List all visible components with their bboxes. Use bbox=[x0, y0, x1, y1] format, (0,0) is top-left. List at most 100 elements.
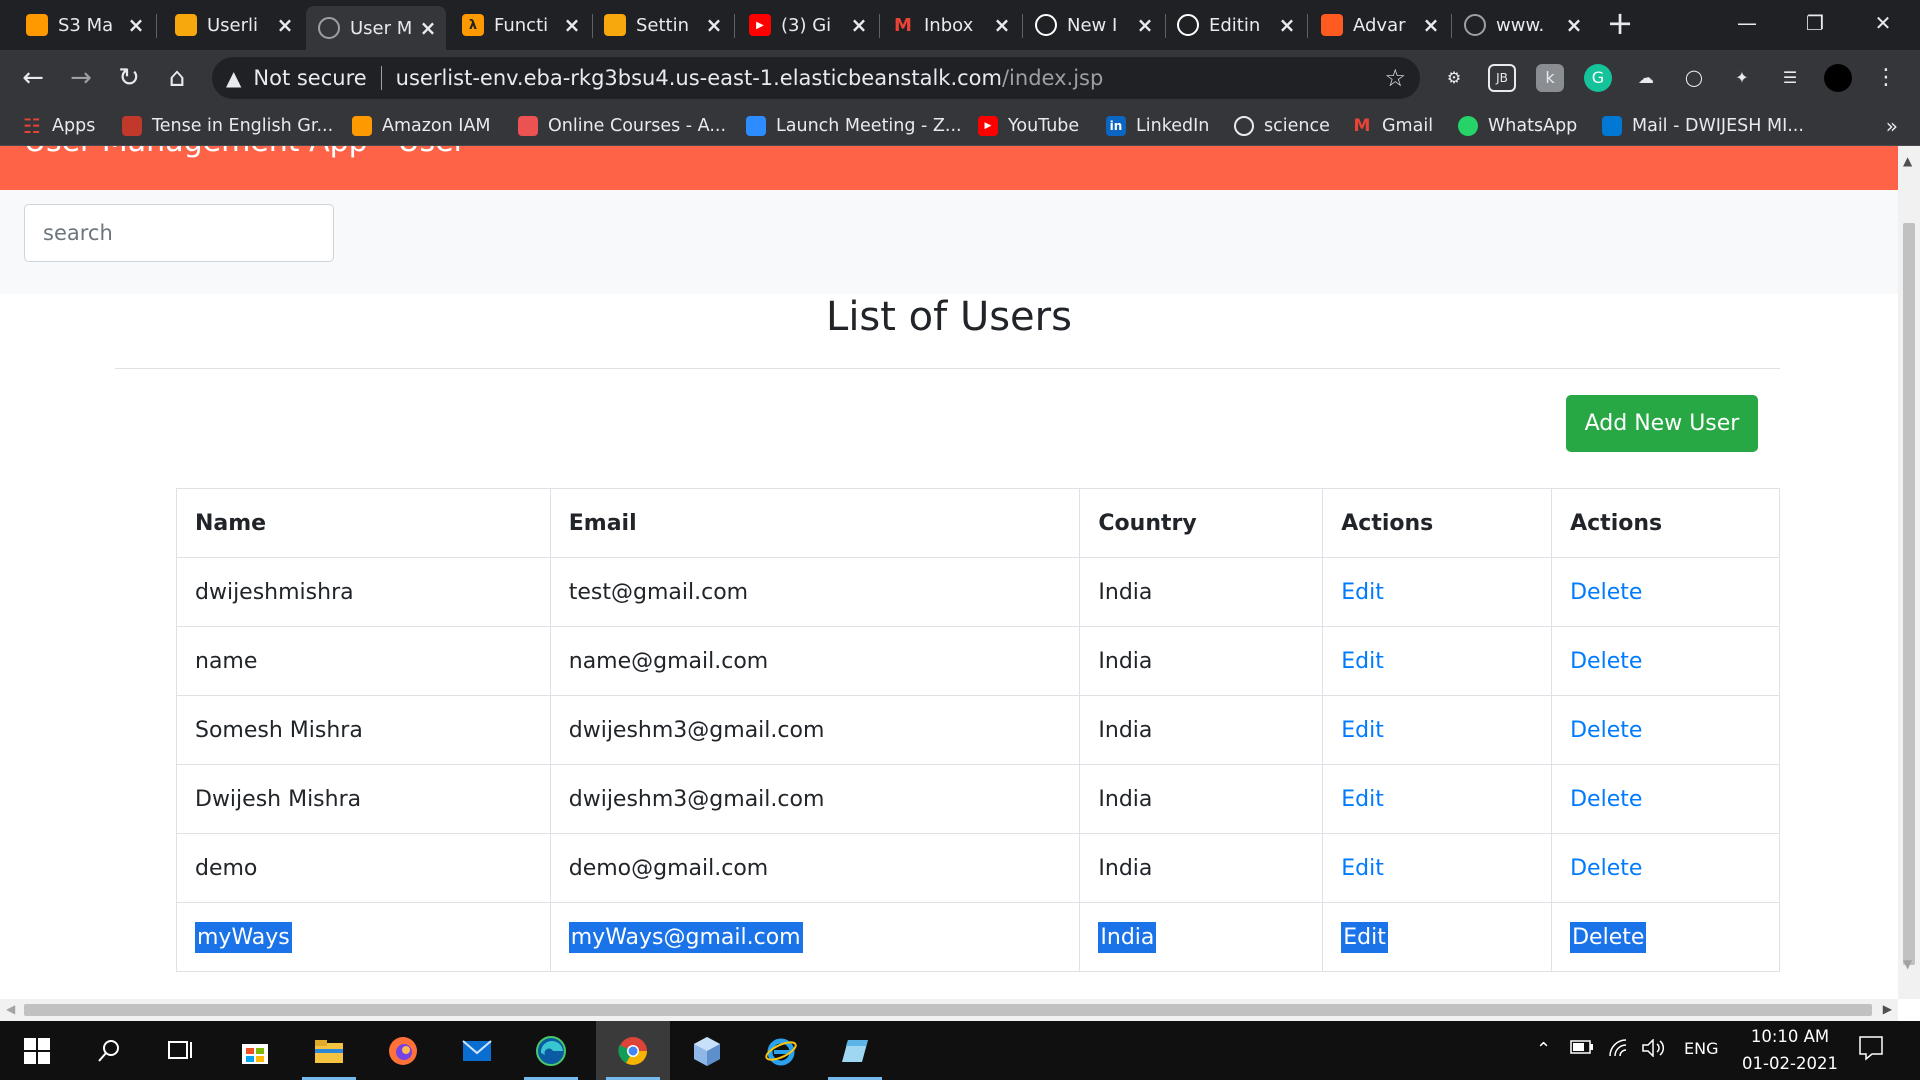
horizontal-scroll-thumb[interactable] bbox=[24, 1004, 1872, 1016]
delete-link[interactable]: Delete bbox=[1570, 856, 1642, 881]
browser-tab[interactable]: Userli × bbox=[163, 6, 303, 44]
forward-button[interactable]: → bbox=[64, 61, 98, 95]
firefox-app-button[interactable] bbox=[366, 1021, 440, 1080]
search-input[interactable] bbox=[24, 204, 334, 262]
k-extension-icon[interactable]: k bbox=[1536, 64, 1564, 92]
task-view-icon bbox=[164, 1034, 198, 1068]
tab-close-icon[interactable]: × bbox=[562, 13, 582, 37]
volume-icon[interactable] bbox=[1642, 1038, 1666, 1061]
bookmark-label: science bbox=[1264, 116, 1330, 136]
bookmarks-overflow-icon[interactable]: » bbox=[1886, 114, 1898, 138]
reload-button[interactable]: ↻ bbox=[112, 61, 146, 95]
show-hidden-icons-chevron-icon[interactable]: ⌃ bbox=[1536, 1039, 1551, 1060]
restore-button[interactable]: ❐ bbox=[1792, 6, 1838, 40]
address-bar[interactable]: ▲ Not secure userlist-env.eba-rkg3bsu4.u… bbox=[212, 57, 1420, 99]
bookmark-item[interactable]: Amazon IAM bbox=[352, 114, 491, 138]
delete-link[interactable]: Delete bbox=[1570, 580, 1642, 605]
battery-icon[interactable] bbox=[1570, 1039, 1594, 1059]
store-app-button[interactable] bbox=[218, 1021, 292, 1080]
virtualbox-app-button[interactable] bbox=[670, 1021, 744, 1080]
edge-app-button[interactable] bbox=[514, 1021, 588, 1080]
browser-tab[interactable]: S3 Ma × bbox=[14, 6, 154, 44]
clock-date[interactable]: 01-02-2021 bbox=[1734, 1054, 1846, 1073]
delete-link[interactable]: Delete bbox=[1570, 649, 1642, 674]
tab-close-icon[interactable]: × bbox=[1421, 13, 1441, 37]
edit-link[interactable]: Edit bbox=[1341, 580, 1384, 605]
edit-link[interactable]: Edit bbox=[1341, 856, 1384, 881]
browser-tab[interactable]: www. × bbox=[1452, 6, 1592, 44]
vertical-scroll-thumb[interactable] bbox=[1903, 223, 1915, 965]
close-window-button[interactable]: ✕ bbox=[1860, 6, 1906, 40]
jb-extension-icon[interactable]: JB bbox=[1488, 64, 1516, 92]
search-taskbar-button[interactable] bbox=[72, 1021, 146, 1080]
tab-close-icon[interactable]: × bbox=[704, 13, 724, 37]
bookmark-item[interactable]: Tense in English Gr... bbox=[122, 114, 333, 138]
tab-close-icon[interactable]: × bbox=[1277, 13, 1297, 37]
browser-tab[interactable]: Advar × bbox=[1309, 6, 1449, 44]
browser-menu-icon[interactable]: ⋮ bbox=[1872, 64, 1900, 92]
bookmark-item[interactable]: science bbox=[1234, 114, 1330, 138]
mail-app-button[interactable] bbox=[440, 1021, 514, 1080]
delete-link[interactable]: Delete bbox=[1570, 787, 1642, 812]
tab-close-icon[interactable]: × bbox=[992, 13, 1012, 37]
browser-tab[interactable]: λ Functi × bbox=[450, 6, 590, 44]
edit-link[interactable]: Edit bbox=[1341, 921, 1388, 953]
scroll-down-arrow-icon[interactable]: ▼ bbox=[1903, 957, 1912, 971]
bookmark-item[interactable]: ▶ YouTube bbox=[978, 114, 1079, 138]
wifi-icon[interactable] bbox=[1608, 1039, 1630, 1061]
tab-close-icon[interactable]: × bbox=[849, 13, 869, 37]
notepad-app-button[interactable] bbox=[818, 1021, 892, 1080]
profile-avatar[interactable] bbox=[1824, 64, 1852, 92]
home-button[interactable]: ⌂ bbox=[160, 61, 194, 95]
browser-tab[interactable]: Editin × bbox=[1165, 6, 1305, 44]
bookmark-item[interactable]: Online Courses - A... bbox=[518, 114, 726, 138]
notepad-icon bbox=[838, 1034, 872, 1068]
input-language-indicator[interactable]: ENG bbox=[1684, 1039, 1718, 1058]
clock-time[interactable]: 10:10 AM bbox=[1738, 1027, 1842, 1046]
cloud-extension-icon[interactable]: ☁ bbox=[1632, 64, 1660, 92]
bookmark-item[interactable]: ☷ Apps bbox=[22, 114, 95, 138]
notifications-icon[interactable] bbox=[1858, 1035, 1884, 1065]
tab-close-icon[interactable]: × bbox=[126, 13, 146, 37]
start-button[interactable] bbox=[0, 1021, 74, 1080]
settings-extension-icon[interactable]: ⚙ bbox=[1440, 64, 1468, 92]
minimize-button[interactable]: — bbox=[1724, 6, 1770, 40]
horizontal-scrollbar[interactable]: ◀ ▶ bbox=[0, 999, 1898, 1021]
browser-tab[interactable]: ▶ (3) Gi × bbox=[737, 6, 877, 44]
tab-close-icon[interactable]: × bbox=[1135, 13, 1155, 37]
add-new-user-button[interactable]: Add New User bbox=[1566, 395, 1758, 452]
task-view-button[interactable] bbox=[144, 1021, 218, 1080]
bookmark-item[interactable]: M Gmail bbox=[1352, 114, 1434, 138]
bookmark-star-icon[interactable]: ☆ bbox=[1384, 64, 1406, 92]
tab-close-icon[interactable]: × bbox=[418, 16, 438, 40]
app-brand[interactable]: User Management App - User bbox=[24, 146, 466, 159]
bookmark-item[interactable]: WhatsApp bbox=[1458, 114, 1577, 138]
speed-extension-icon[interactable]: ◯ bbox=[1680, 64, 1708, 92]
tab-close-icon[interactable]: × bbox=[275, 13, 295, 37]
extensions-puzzle-icon[interactable]: ✦ bbox=[1728, 64, 1756, 92]
bookmark-item[interactable]: Launch Meeting - Z... bbox=[746, 114, 962, 138]
delete-link[interactable]: Delete bbox=[1570, 718, 1642, 743]
bookmark-item[interactable]: Mail - DWIJESH MI... bbox=[1602, 114, 1804, 138]
tab-close-icon[interactable]: × bbox=[1564, 13, 1584, 37]
file-explorer-app-button[interactable] bbox=[292, 1021, 366, 1080]
grammarly-icon[interactable]: G bbox=[1584, 64, 1612, 92]
bookmark-item[interactable]: in LinkedIn bbox=[1106, 114, 1209, 138]
edit-link[interactable]: Edit bbox=[1341, 718, 1384, 743]
reading-list-icon[interactable]: ☰ bbox=[1776, 64, 1804, 92]
edit-link[interactable]: Edit bbox=[1341, 787, 1384, 812]
browser-tab[interactable]: Settin × bbox=[592, 6, 732, 44]
chrome-app-button[interactable] bbox=[596, 1021, 670, 1080]
browser-tab[interactable]: New I × bbox=[1023, 6, 1163, 44]
scroll-right-arrow-icon[interactable]: ▶ bbox=[1883, 1002, 1892, 1016]
edit-link[interactable]: Edit bbox=[1341, 649, 1384, 674]
browser-tab[interactable]: User M × bbox=[306, 6, 446, 50]
vertical-scrollbar[interactable]: ▲ ▼ bbox=[1898, 146, 1920, 999]
scroll-up-arrow-icon[interactable]: ▲ bbox=[1903, 154, 1912, 168]
new-tab-button[interactable]: + bbox=[1604, 7, 1636, 40]
internet-explorer-app-button[interactable] bbox=[744, 1021, 818, 1080]
back-button[interactable]: ← bbox=[16, 61, 50, 95]
browser-tab[interactable]: M Inbox × bbox=[880, 6, 1020, 44]
scroll-left-arrow-icon[interactable]: ◀ bbox=[6, 1002, 15, 1016]
delete-link[interactable]: Delete bbox=[1570, 921, 1647, 953]
